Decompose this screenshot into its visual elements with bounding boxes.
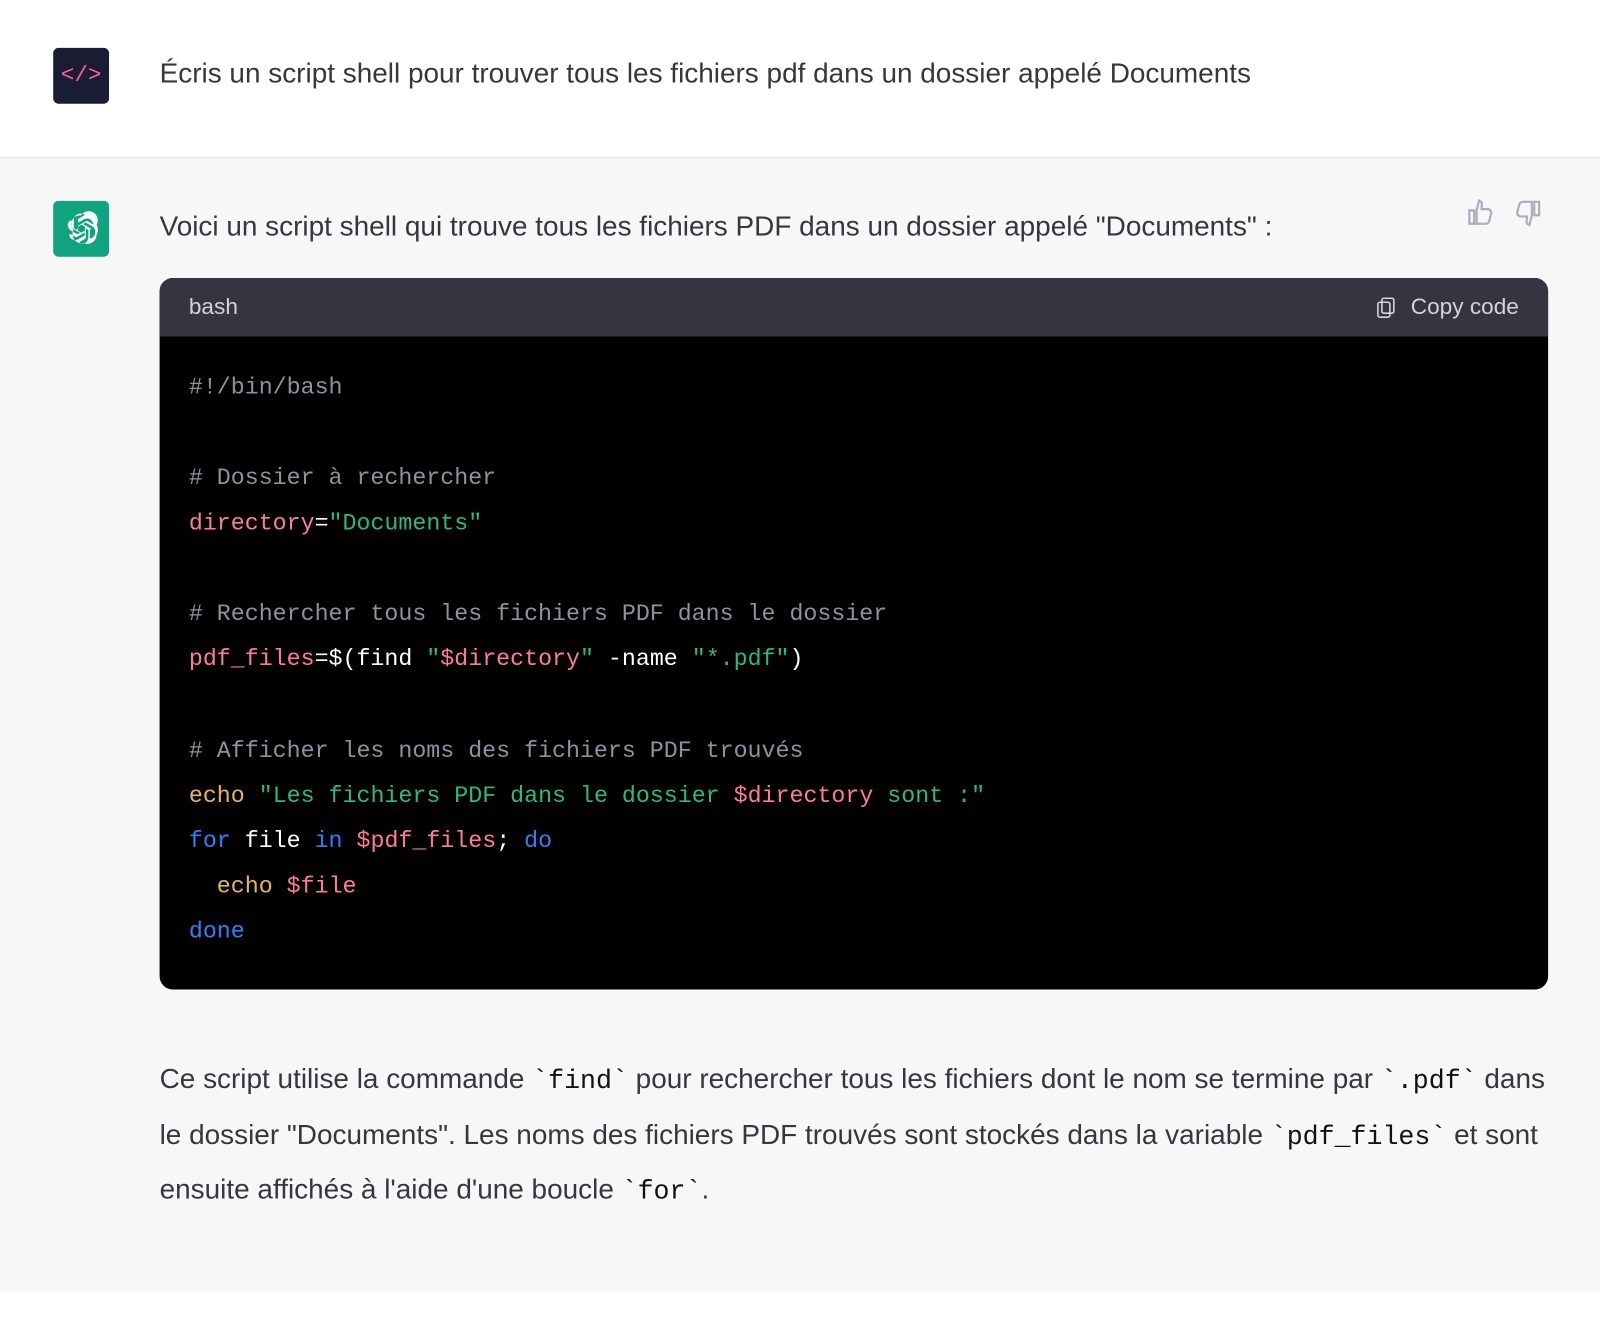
user-message-row: </> Écris un script shell pour trouver t… xyxy=(0,0,1600,157)
inline-code: `pdf_files` xyxy=(1271,1122,1447,1153)
code-token: "Documents" xyxy=(329,511,483,538)
code-language-label: bash xyxy=(189,293,238,320)
code-token: directory xyxy=(189,511,315,538)
assistant-intro-text: Voici un script shell qui trouve tous le… xyxy=(160,206,1549,248)
copy-code-button[interactable]: Copy code xyxy=(1374,293,1519,320)
code-token xyxy=(245,783,259,810)
code-token: =$(find xyxy=(315,647,427,674)
thumbs-down-icon[interactable] xyxy=(1514,198,1543,227)
code-token: $directory xyxy=(440,647,580,674)
code-token: ; xyxy=(496,828,524,855)
code-token: done xyxy=(189,919,245,946)
code-token: ) xyxy=(790,647,804,674)
code-token: " xyxy=(580,647,594,674)
openai-logo-icon xyxy=(63,210,100,247)
code-token: for xyxy=(189,828,231,855)
explanation-text: Ce script utilise la commande xyxy=(160,1064,533,1095)
code-token: " xyxy=(426,647,440,674)
code-token: sont :" xyxy=(873,783,985,810)
code-token xyxy=(273,874,287,901)
code-line: #!/bin/bash xyxy=(189,374,343,401)
assistant-explanation: Ce script utilise la commande `find` pou… xyxy=(160,1054,1549,1219)
code-block-body[interactable]: #!/bin/bash # Dossier à rechercher direc… xyxy=(160,336,1549,990)
feedback-buttons xyxy=(1466,198,1543,227)
code-line: # Rechercher tous les fichiers PDF dans … xyxy=(189,601,887,628)
assistant-avatar xyxy=(53,201,109,257)
code-token: = xyxy=(315,511,329,538)
copy-code-label: Copy code xyxy=(1411,293,1519,320)
user-avatar-text: </> xyxy=(61,63,102,88)
inline-code: `.pdf` xyxy=(1381,1067,1477,1098)
user-prompt-text: Écris un script shell pour trouver tous … xyxy=(160,53,1549,95)
code-token: $pdf_files xyxy=(343,828,497,855)
code-token: file xyxy=(231,828,315,855)
code-token: $directory xyxy=(734,783,874,810)
inline-code: `find` xyxy=(532,1067,628,1098)
user-avatar: </> xyxy=(53,48,109,104)
code-token: "Les fichiers PDF dans le dossier xyxy=(259,783,734,810)
code-block-header: bash Copy code xyxy=(160,277,1549,336)
explanation-text: pour rechercher tous les fichiers dont l… xyxy=(628,1064,1381,1095)
thumbs-up-icon[interactable] xyxy=(1466,198,1495,227)
code-token: -name xyxy=(594,647,692,674)
code-token: pdf_files xyxy=(189,647,315,674)
explanation-text: . xyxy=(701,1174,709,1205)
assistant-message-content: Voici un script shell qui trouve tous le… xyxy=(160,198,1549,1219)
code-token: echo xyxy=(217,874,273,901)
code-line: # Afficher les noms des fichiers PDF tro… xyxy=(189,737,804,764)
code-token xyxy=(189,874,217,901)
inline-code: `for` xyxy=(622,1177,702,1208)
code-line: # Dossier à rechercher xyxy=(189,465,496,492)
clipboard-icon xyxy=(1374,295,1398,319)
assistant-message-row: Voici un script shell qui trouve tous le… xyxy=(0,157,1600,1292)
code-token: "*.pdf" xyxy=(692,647,790,674)
code-token: $file xyxy=(287,874,357,901)
user-message-content: Écris un script shell pour trouver tous … xyxy=(160,45,1549,95)
code-token: in xyxy=(315,828,343,855)
code-token: do xyxy=(524,828,552,855)
code-block: bash Copy code #!/bin/bash # Dossier à r… xyxy=(160,277,1549,989)
code-token: echo xyxy=(189,783,245,810)
